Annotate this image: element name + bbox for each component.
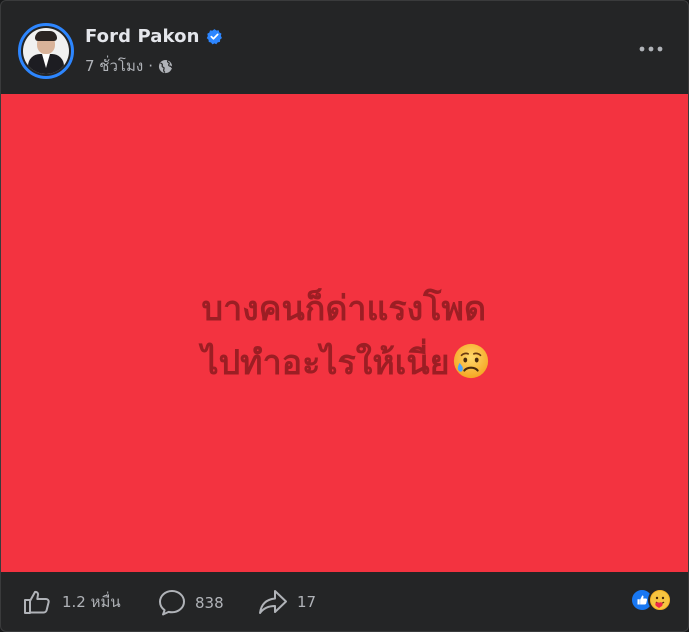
author-name[interactable]: Ford Pakon [85,26,199,47]
post-background-image[interactable]: บางคนก็ด่าแรงโพด ไปทำอะไรให้เนี่ย [1,94,688,572]
sad-but-relieved-face-emoji [452,342,490,380]
post-actions-bar: 1.2 หมื่น 838 17 [1,572,688,631]
share-button[interactable]: 17 [258,589,316,615]
care-reaction-icon [648,588,672,612]
profile-photo [23,28,69,74]
share-count: 17 [297,593,317,611]
thumbs-up-icon [24,590,50,614]
post-header: Ford Pakon 7 ชั่วโมง · [1,1,688,94]
comment-count: 838 [195,593,224,612]
post-meta: 7 ชั่วโมง · [85,54,173,78]
comment-bubble-icon [159,590,185,616]
post-text-line-1: บางคนก็ด่าแรงโพด [201,289,487,329]
like-count: 1.2 หมื่น [62,593,121,611]
author-row: Ford Pakon [85,26,223,47]
post-text-line-2: ไปทำอะไรให้เนี่ย [201,343,450,383]
post-text: บางคนก็ด่าแรงโพด ไปทำอะไรให้เนี่ย [1,282,688,390]
more-options-button[interactable] [636,37,666,61]
comment-button[interactable]: 838 [158,589,224,616]
reactions-summary[interactable] [630,588,672,612]
share-arrow-icon [259,590,287,614]
more-dots-icon [639,46,663,52]
post-card: Ford Pakon 7 ชั่วโมง · บางคนก็ด่าแรงโพด … [0,0,689,632]
verified-badge-icon [206,28,223,45]
post-text-line-2-wrap: ไปทำอะไรให้เนี่ย [201,336,489,390]
post-timestamp[interactable]: 7 ชั่วโมง [85,54,143,78]
globe-icon[interactable] [158,59,173,74]
avatar[interactable] [18,23,74,79]
like-button[interactable]: 1.2 หมื่น [23,589,121,615]
meta-separator: · [148,57,153,75]
